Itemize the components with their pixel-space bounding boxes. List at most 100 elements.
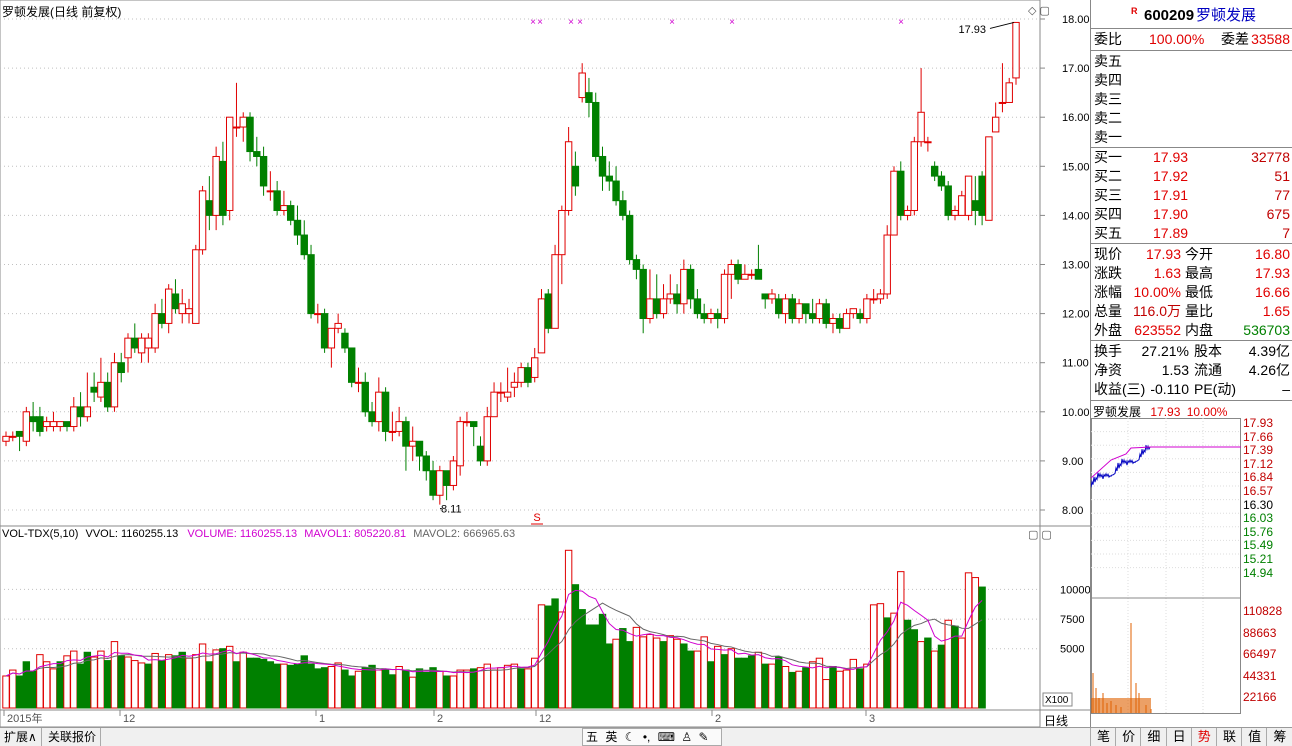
ime-toolbar[interactable]: 五 英 ☾ •, ⌨ ♙ ✎ (582, 728, 722, 746)
stat-value: 116.0万 (1133, 303, 1181, 319)
candle-up (910, 141, 919, 211)
intraday-mini-chart[interactable] (1091, 418, 1241, 718)
quote-tab-2[interactable]: 细 (1140, 728, 1166, 746)
fin-value: 27.21% (1141, 343, 1189, 359)
volume-bar-down (625, 641, 634, 709)
sell-level-row[interactable]: 卖四 (1091, 71, 1292, 90)
volume-bar-down (978, 586, 986, 709)
volume-bar-down (273, 663, 281, 709)
candle-up (124, 337, 132, 359)
candle-down (693, 298, 702, 315)
volume-bar-up (375, 669, 383, 709)
candle-down (897, 170, 905, 216)
volume-bar-up (849, 658, 858, 709)
volume-bar-down (415, 668, 424, 709)
candle-down (592, 101, 600, 157)
panel-close-icon[interactable]: ▢ (1028, 529, 1038, 541)
ime-moon-icon[interactable]: ☾ (625, 730, 636, 744)
volume-bar-up (863, 663, 871, 709)
quote-tab-5[interactable]: 联 (1216, 728, 1242, 746)
candle-up (1012, 21, 1020, 79)
volume-bar-up (334, 662, 342, 709)
volume-panel-icons[interactable]: ▢ ▢ (1028, 528, 1052, 541)
volume-bar-up (971, 577, 980, 709)
buy-level-row[interactable]: 买二 17.92 51 (1091, 167, 1292, 186)
volume-bar-down (388, 674, 397, 709)
stat-value: 16.80 (1254, 246, 1290, 262)
date-axis-label: 2 (437, 713, 443, 725)
buy-level-row[interactable]: 买五 17.89 7 (1091, 224, 1292, 243)
candle-up (551, 254, 559, 329)
divider (1091, 400, 1292, 401)
sell-level-row[interactable]: 卖五 (1091, 52, 1292, 71)
quote-tab-1[interactable]: 价 (1115, 728, 1141, 746)
sell-level-row[interactable]: 卖一 (1091, 128, 1292, 147)
related-quotes-button[interactable]: 关联报价 (44, 728, 102, 746)
sell-level-row[interactable]: 卖二 (1091, 109, 1292, 128)
kline-chart-svg[interactable]: 18.0017.0016.0015.0014.0013.0012.0011.00… (0, 0, 1090, 727)
candle-up (70, 406, 78, 428)
volume-bar-down (924, 637, 932, 709)
ime-keyboard-icon[interactable]: ⌨ (658, 730, 675, 744)
mini-price-label: 16.84 (1243, 470, 1274, 485)
stat-row: 现价 17.93 今开 16.80 (1091, 245, 1292, 264)
quote-tab-7[interactable]: 筹 (1266, 728, 1292, 746)
mini-volume-label: 110828 (1243, 604, 1283, 618)
volume-bar-up (781, 666, 790, 709)
restore-icon[interactable]: ▢ (1039, 5, 1049, 17)
volume-bar-down (856, 668, 864, 709)
expand-button[interactable]: 扩展∧ (0, 728, 42, 746)
stat-label: 涨幅 (1094, 284, 1122, 300)
ime-english-icon[interactable]: 英 (605, 730, 617, 744)
mini-price-label: 15.76 (1243, 524, 1274, 539)
buy-level-row[interactable]: 买四 17.90 675 (1091, 205, 1292, 224)
volume-bar-up (151, 652, 159, 709)
quote-tab-4[interactable]: 势 (1190, 728, 1217, 746)
signal-x-mark: × (530, 17, 536, 28)
volume-bar-up (727, 648, 736, 709)
quote-tab-6[interactable]: 值 (1241, 728, 1267, 746)
stat-value: 536703 (1243, 322, 1290, 338)
candle-down (673, 293, 681, 305)
volume-bar-up (842, 669, 851, 709)
stat-value: 1.63 (1153, 265, 1181, 281)
volume-bar-up (463, 669, 471, 709)
diamond-icon[interactable]: ◇ (1028, 5, 1036, 17)
volume-bar-down (910, 629, 919, 709)
stat-label: 外盘 (1094, 322, 1122, 338)
weibi-row: 委比 100.00% 委差 33588 (1091, 30, 1292, 49)
ime-settings-icon[interactable]: ✎ (699, 730, 709, 744)
fin-label: 股本 (1194, 343, 1222, 359)
ime-user-icon[interactable]: ♙ (681, 730, 692, 744)
candle-up (659, 298, 668, 315)
signal-x-mark: × (537, 17, 543, 28)
ime-logo-icon[interactable]: 五 (586, 730, 598, 744)
buy-level-row[interactable]: 买一 17.93 32778 (1091, 148, 1292, 167)
sell-level-row[interactable]: 卖三 (1091, 90, 1292, 109)
mavol2-value: MAVOL2: 666965.63 (413, 528, 516, 540)
orderbook-level-label: 买四 (1094, 206, 1122, 222)
chart-settings-icons[interactable]: ◇ ▢ (1028, 4, 1050, 17)
candle-up (239, 116, 247, 128)
candle-down (585, 92, 593, 103)
quote-tab-3[interactable]: 日 (1165, 728, 1192, 746)
ime-punct-icon[interactable]: •, (643, 730, 651, 744)
kline-chart-area[interactable]: 18.00 17.00 16.00 15.00 14.00 13.00 12.00 11.00… (0, 0, 1090, 727)
vol-indicator-name[interactable]: VOL-TDX(5,10) (2, 528, 78, 540)
buy-level-row[interactable]: 买三 17.91 77 (1091, 186, 1292, 205)
quote-tab-0[interactable]: 笔 (1090, 728, 1116, 746)
sell-signal-mark: S (533, 512, 540, 524)
volume-bar-down (571, 584, 580, 709)
candle-down (422, 455, 430, 472)
volume-bar-down (361, 667, 369, 709)
mini-volume-base (1091, 698, 1151, 713)
candle-down (348, 347, 356, 383)
panel-restore-icon[interactable]: ▢ (1041, 529, 1051, 541)
signal-x-mark: × (577, 17, 583, 28)
volume-bar-up (558, 611, 566, 709)
stat-value: 623552 (1134, 322, 1181, 338)
candle-down (320, 313, 329, 349)
volume-axis-label: 5000 (1060, 644, 1084, 656)
candle-up (958, 195, 966, 216)
volume-bar-up (714, 645, 722, 709)
